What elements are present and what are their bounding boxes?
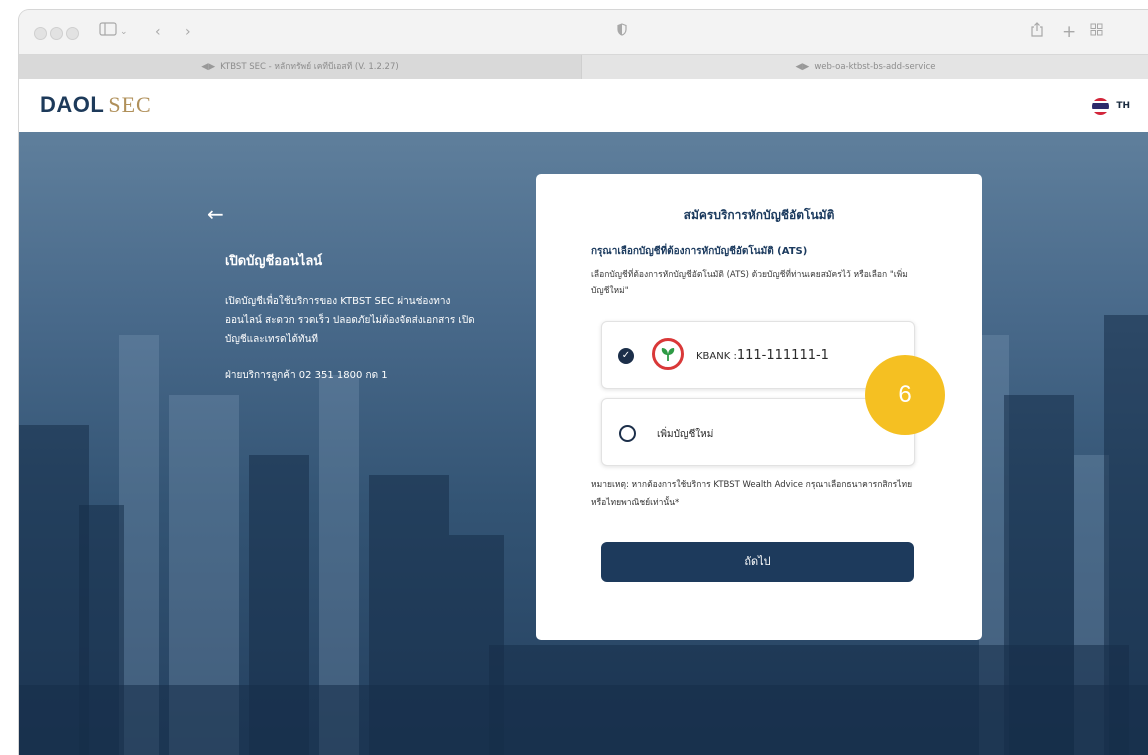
daol-sec-logo[interactable]: DAOL SEC (40, 92, 152, 119)
sidebar-icon[interactable] (99, 22, 117, 42)
left-panel-title: เปิดบัญชีออนไลน์ (225, 254, 323, 269)
zoom-window-button[interactable] (66, 27, 79, 40)
close-window-button[interactable] (34, 27, 47, 40)
new-tab-icon[interactable]: + (1062, 22, 1076, 42)
bank-prefix: KBANK : (696, 351, 737, 362)
account-number: KBANK :111-111111-1 (696, 348, 829, 363)
step-number-badge: 6 (865, 355, 945, 435)
browser-tab-bar: ◀▶ KTBST SEC - หลักทรัพย์ เคทีบีเอสที (V.… (19, 54, 1148, 80)
share-icon[interactable] (1031, 22, 1043, 43)
next-button[interactable]: ถัดไป (601, 542, 914, 582)
site-header: DAOL SEC TH (19, 79, 1148, 132)
form-note: หมายเหตุ: หากต้องการใช้บริการ KTBST Weal… (591, 480, 913, 508)
tab-add-service[interactable]: ◀▶ web-oa-ktbst-bs-add-service (581, 55, 1148, 79)
checkmark-icon: ✓ (618, 348, 634, 364)
form-title: สมัครบริการหักบัญชีอัตโนมัติ (683, 208, 835, 222)
forward-nav-icon[interactable]: › (185, 22, 191, 42)
language-label: TH (1116, 101, 1130, 111)
back-arrow-icon[interactable]: ← (207, 204, 224, 224)
chevron-down-icon[interactable]: ⌄ (120, 22, 128, 42)
tab-overview-icon[interactable] (1090, 22, 1103, 42)
account-value: 111-111111-1 (736, 348, 829, 363)
browser-window: ⌄ ‹ › + ◀▶ KTBST SEC - หลักทรัพย์ เคทีบีเ… (19, 10, 1148, 755)
site-favicon-icon: ◀▶ (201, 62, 216, 72)
kbank-logo (652, 338, 684, 370)
logo-secondary: SEC (108, 92, 152, 117)
tab-label: KTBST SEC - หลักทรัพย์ เคทีบีเอสที (V. 1… (220, 62, 399, 72)
thai-flag-icon (1092, 97, 1110, 115)
left-panel-description: เปิดบัญชีเพื่อใช้บริการของ KTBST SEC ผ่า… (225, 296, 475, 345)
customer-service-contact: ฝ่ายบริการลูกค้า 02 351 1800 กด 1 (225, 370, 388, 381)
radio-button[interactable] (619, 425, 636, 442)
shield-icon[interactable] (617, 22, 627, 42)
hero-section: ← เปิดบัญชีออนไลน์ เปิดบัญชีเพื่อใช้บริก… (19, 132, 1148, 755)
tab-label: web-oa-ktbst-bs-add-service (814, 62, 936, 72)
add-new-account-label: เพิ่มบัญชีใหม่ (657, 429, 714, 440)
ats-form-card: สมัครบริการหักบัญชีอัตโนมัติ กรุณาเลือกบ… (536, 174, 982, 640)
back-nav-icon[interactable]: ‹ (155, 22, 161, 42)
logo-primary: DAOL (40, 92, 105, 117)
form-subtitle: กรุณาเลือกบัญชีที่ต้องการหักบัญชีอัตโนมั… (591, 246, 808, 257)
form-description: เลือกบัญชีที่ต้องการหักบัญชีอัตโนมัติ (A… (591, 270, 908, 296)
browser-toolbar: ⌄ ‹ › + (19, 10, 1148, 54)
site-favicon-icon: ◀▶ (795, 62, 810, 72)
language-switcher[interactable]: TH (1092, 97, 1130, 115)
minimize-window-button[interactable] (50, 27, 63, 40)
tab-ktbst-sec[interactable]: ◀▶ KTBST SEC - หลักทรัพย์ เคทีบีเอสที (V.… (19, 55, 581, 79)
